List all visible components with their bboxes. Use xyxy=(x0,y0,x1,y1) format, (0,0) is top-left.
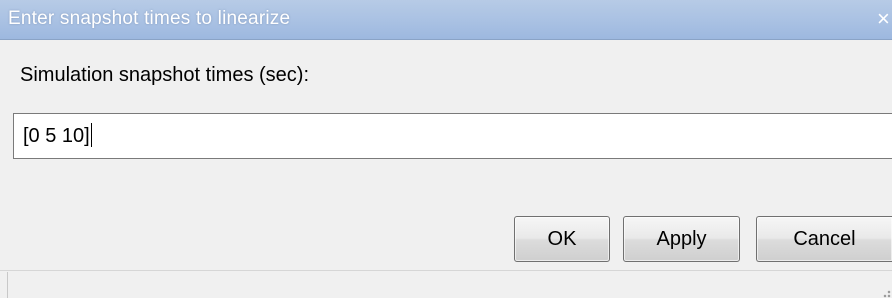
title-bar[interactable]: Enter snapshot times to linearize × xyxy=(0,0,892,40)
snapshot-times-value: [0 5 10] xyxy=(23,123,92,148)
window-title: Enter snapshot times to linearize xyxy=(8,8,291,29)
snapshot-times-input[interactable]: [0 5 10] xyxy=(13,113,892,159)
snapshot-times-label: Simulation snapshot times (sec): xyxy=(20,64,310,86)
close-icon[interactable]: × xyxy=(877,6,892,32)
cancel-button[interactable]: Cancel xyxy=(756,216,892,262)
status-bar xyxy=(0,270,892,298)
text-caret xyxy=(90,123,92,147)
resize-grip-icon[interactable] xyxy=(881,288,891,298)
apply-button[interactable]: Apply xyxy=(623,216,740,262)
status-bar-divider xyxy=(7,272,8,298)
snapshot-times-text: [0 5 10] xyxy=(23,125,90,147)
snapshot-times-dialog: Enter snapshot times to linearize × Simu… xyxy=(0,0,892,298)
ok-button[interactable]: OK xyxy=(514,216,610,262)
